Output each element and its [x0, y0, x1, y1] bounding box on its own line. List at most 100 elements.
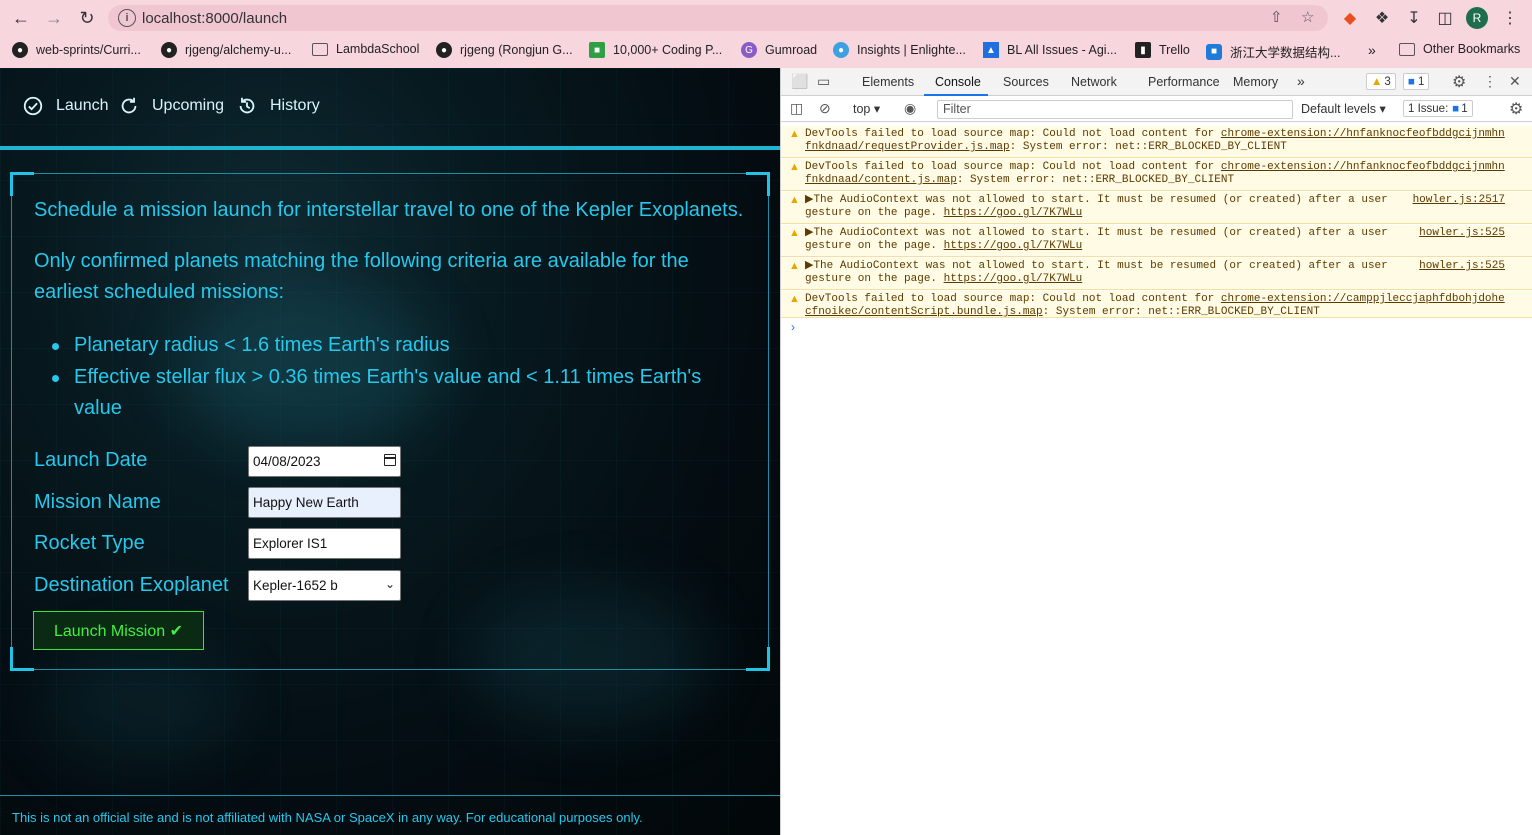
- calendar-icon[interactable]: [384, 454, 396, 466]
- message-link[interactable]: fnkdnaad/content.js.map: [805, 174, 957, 186]
- issue-icon: ■: [1452, 102, 1460, 115]
- bookmark-item[interactable]: LambdaSchool: [312, 42, 419, 56]
- console-prompt[interactable]: ›: [791, 320, 795, 334]
- back-icon[interactable]: ←: [9, 6, 33, 30]
- message-text: DevTools failed to load source map: Coul…: [805, 128, 1221, 140]
- clear-console-icon[interactable]: ⊘: [819, 100, 831, 117]
- nav-history[interactable]: History: [236, 95, 320, 117]
- panel-corner: [10, 647, 34, 671]
- menu-kebab-icon[interactable]: ⋮: [1499, 7, 1521, 29]
- message-text: gesture on the page.: [805, 273, 944, 285]
- course-site-icon: ■: [1206, 43, 1222, 60]
- launch-date-input[interactable]: 04/08/2023: [248, 446, 401, 477]
- tab-performance[interactable]: Performance: [1148, 75, 1220, 89]
- bookmark-item[interactable]: ▮ Trello: [1135, 42, 1190, 58]
- console-message[interactable]: ▲ ▶The AudioContext was not allowed to s…: [781, 225, 1532, 257]
- warning-icon: ▲: [789, 293, 800, 305]
- close-icon[interactable]: ✕: [1509, 73, 1521, 90]
- check-circle-icon: [23, 96, 43, 116]
- side-panel-icon[interactable]: ◫: [1434, 7, 1456, 29]
- reload-icon[interactable]: ↻: [75, 6, 99, 30]
- bookmark-label: Insights | Enlighte...: [857, 43, 966, 57]
- console-message[interactable]: ▲ DevTools failed to load source map: Co…: [781, 126, 1532, 158]
- devtools-tabbar: ⬜ ▭ Elements Console Sources Network Per…: [781, 68, 1532, 96]
- nav-launch[interactable]: Launch: [22, 95, 109, 117]
- console-settings-icon[interactable]: ⚙: [1509, 99, 1523, 119]
- message-text: ▶The AudioContext was not allowed to sta…: [805, 194, 1388, 206]
- launch-mission-button[interactable]: Launch Mission ✔: [33, 611, 204, 650]
- bookmark-item[interactable]: G Gumroad: [741, 42, 817, 58]
- rocket-type-input[interactable]: Explorer IS1: [248, 528, 401, 559]
- tab-sources[interactable]: Sources: [1003, 75, 1049, 89]
- panel-corner: [746, 647, 770, 671]
- warning-icon: ▲: [789, 128, 800, 140]
- bookmark-item[interactable]: ▲ BL All Issues - Agi...: [983, 42, 1117, 58]
- nav-upcoming[interactable]: Upcoming: [118, 95, 224, 117]
- console-message[interactable]: ▲ ▶The AudioContext was not allowed to s…: [781, 258, 1532, 290]
- tab-console[interactable]: Console: [935, 75, 981, 89]
- console-message[interactable]: ▲ ▶The AudioContext was not allowed to s…: [781, 192, 1532, 224]
- puzzle-extensions-icon[interactable]: ❖: [1371, 7, 1393, 29]
- download-icon[interactable]: ↧: [1403, 7, 1425, 29]
- eye-icon[interactable]: ◉: [904, 100, 916, 117]
- bookmark-item[interactable]: ■ 浙江大学数据结构...: [1206, 42, 1340, 61]
- message-link[interactable]: https://goo.gl/7K7WLu: [944, 273, 1083, 285]
- message-link[interactable]: chrome-extension://camppjleccjaphfdbohjd…: [1221, 293, 1505, 305]
- folder-icon: [312, 42, 328, 56]
- message-source-link[interactable]: howler.js:2517: [1413, 194, 1505, 207]
- bookmark-label: 10,000+ Coding P...: [613, 43, 723, 57]
- message-link[interactable]: cfnoikec/contentScript.bundle.js.map: [805, 306, 1043, 318]
- bookmark-item[interactable]: ● rjgeng (Rongjun G...: [436, 42, 573, 58]
- message-link[interactable]: chrome-extension://hnfanknocfeofbddgcijn…: [1221, 128, 1505, 140]
- intro-text: Schedule a mission launch for interstell…: [34, 199, 744, 221]
- message-count: 1: [1417, 75, 1425, 88]
- destination-select[interactable]: Kepler-1652 b ⌄: [248, 570, 401, 601]
- context-select[interactable]: top ▾: [853, 101, 880, 116]
- sidebar-toggle-icon[interactable]: ◫: [790, 100, 803, 117]
- device-toolbar-icon[interactable]: ▭: [817, 73, 830, 90]
- warning-icon: ▲: [1371, 75, 1383, 88]
- bookmark-label: Trello: [1159, 43, 1190, 57]
- warning-count-badge[interactable]: ▲ 3: [1366, 73, 1396, 90]
- console-message[interactable]: ▲ DevTools failed to load source map: Co…: [781, 291, 1532, 318]
- inspect-element-icon[interactable]: ⬜: [791, 73, 808, 90]
- bookmarks-bar: ● web-sprints/Curri... ● rjgeng/alchemy-u.…: [0, 36, 1532, 68]
- tab-network[interactable]: Network: [1071, 75, 1117, 89]
- bookmark-star-icon[interactable]: ☆: [1301, 8, 1314, 26]
- destination-label: Destination Exoplanet: [34, 574, 229, 596]
- share-icon[interactable]: ⇧: [1270, 8, 1283, 26]
- kebab-menu-icon[interactable]: ⋮: [1483, 73, 1497, 90]
- message-link[interactable]: chrome-extension://hnfanknocfeofbddgcijn…: [1221, 161, 1505, 173]
- message-text: : System error: net::ERR_BLOCKED_BY_CLIE…: [1009, 141, 1287, 153]
- message-link[interactable]: fnkdnaad/requestProvider.js.map: [805, 141, 1010, 153]
- log-levels-select[interactable]: Default levels ▾: [1301, 101, 1386, 116]
- bookmark-item[interactable]: ● rjgeng/alchemy-u...: [161, 42, 291, 58]
- gear-icon[interactable]: ⚙: [1452, 72, 1466, 92]
- message-source-link[interactable]: howler.js:525: [1419, 260, 1505, 273]
- bookmark-item[interactable]: ● web-sprints/Curri...: [12, 42, 141, 58]
- address-url[interactable]: localhost:8000/launch: [142, 10, 287, 27]
- bookmark-item[interactable]: ■ 10,000+ Coding P...: [589, 42, 722, 58]
- message-link[interactable]: https://goo.gl/7K7WLu: [944, 207, 1083, 219]
- message-count-badge[interactable]: ■ 1: [1403, 73, 1430, 90]
- tab-elements[interactable]: Elements: [862, 75, 914, 89]
- mission-name-input[interactable]: Happy New Earth: [248, 487, 401, 518]
- more-tabs-button[interactable]: »: [1297, 73, 1305, 89]
- tab-memory[interactable]: Memory: [1233, 75, 1278, 89]
- site-info-icon[interactable]: i: [118, 9, 136, 27]
- github-icon: ●: [436, 42, 452, 58]
- message-source-link[interactable]: howler.js:525: [1419, 227, 1505, 240]
- warning-icon: ▲: [789, 227, 800, 239]
- issues-button[interactable]: 1 Issue: ■ 1: [1403, 100, 1473, 117]
- console-filter-input[interactable]: Filter: [937, 100, 1293, 119]
- message-link[interactable]: https://goo.gl/7K7WLu: [944, 240, 1083, 252]
- address-bar[interactable]: i localhost:8000/launch ⇧ ☆: [108, 5, 1328, 31]
- forward-icon[interactable]: →: [42, 6, 66, 30]
- bookmark-item[interactable]: ● Insights | Enlighte...: [833, 42, 966, 58]
- console-message[interactable]: ▲ DevTools failed to load source map: Co…: [781, 159, 1532, 191]
- other-bookmarks[interactable]: Other Bookmarks: [1399, 42, 1520, 56]
- bookmark-label: BL All Issues - Agi...: [1007, 43, 1118, 57]
- bookmarks-overflow-button[interactable]: »: [1368, 42, 1376, 58]
- avatar[interactable]: R: [1466, 7, 1488, 29]
- extension-icon[interactable]: ◆: [1339, 7, 1361, 29]
